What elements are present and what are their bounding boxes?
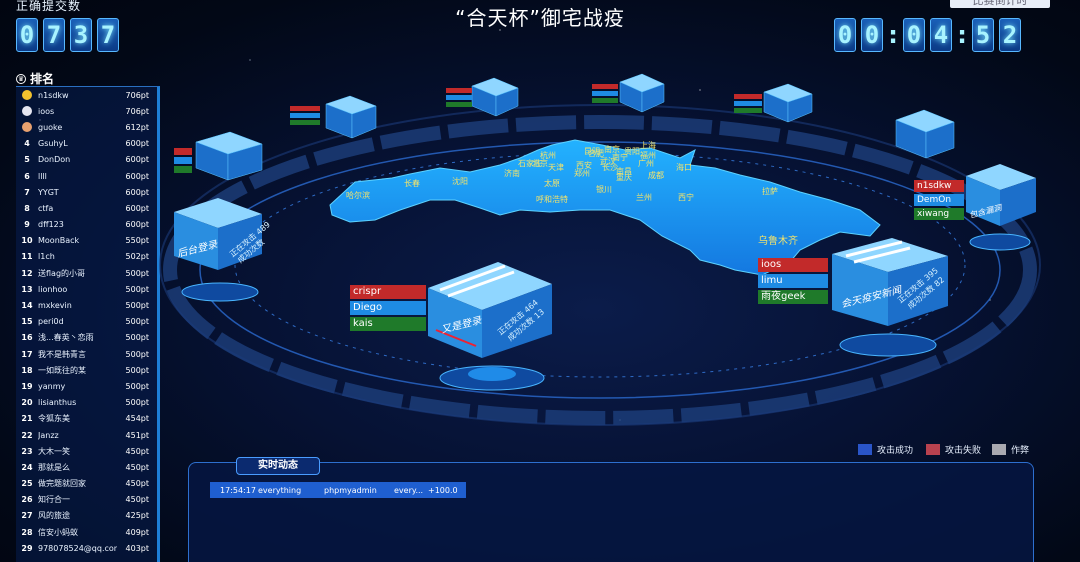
legend-label: 作弊: [1011, 446, 1030, 456]
feed-detail: every...: [394, 485, 424, 495]
team-tag[interactable]: 雨夜geek: [758, 290, 828, 304]
team-tag[interactable]: xiwang: [914, 208, 964, 220]
live-feed-panel[interactable]: [188, 462, 1034, 562]
legend-cheat: 作弊: [992, 443, 1029, 456]
feed-target: phpmyadmin: [324, 485, 377, 495]
legend-swatch-cheat: [992, 444, 1006, 455]
far-right-node-teams: n1sdkw DemOn xiwang: [914, 180, 964, 220]
server-node-small: [195, 73, 955, 181]
legend-swatch-success: [858, 444, 872, 455]
main-node-teams: crispr Diego kais: [350, 285, 426, 331]
live-feed-title: 实时动态: [236, 457, 320, 475]
legend-label: 攻击失败: [945, 446, 982, 456]
feed-time: 17:54:17: [220, 485, 256, 495]
feed-user: everything: [258, 485, 302, 495]
team-tag[interactable]: ioos: [758, 258, 828, 272]
feed-row[interactable]: 17:54:17 everything phpmyadmin every... …: [210, 482, 466, 498]
right-node-teams: ioos limu 雨夜geek: [758, 258, 828, 304]
legend-fail: 攻击失败: [926, 443, 981, 456]
legend-success: 攻击成功: [858, 443, 913, 456]
team-tag[interactable]: kais: [350, 317, 426, 331]
team-tag[interactable]: limu: [758, 274, 828, 288]
legend-label: 攻击成功: [877, 446, 914, 456]
team-tag[interactable]: n1sdkw: [914, 180, 964, 192]
team-tag[interactable]: DemOn: [914, 194, 964, 206]
team-tag[interactable]: Diego: [350, 301, 426, 315]
team-tag[interactable]: crispr: [350, 285, 426, 299]
legend-swatch-fail: [926, 444, 940, 455]
feed-delta: +100.0: [428, 485, 458, 495]
